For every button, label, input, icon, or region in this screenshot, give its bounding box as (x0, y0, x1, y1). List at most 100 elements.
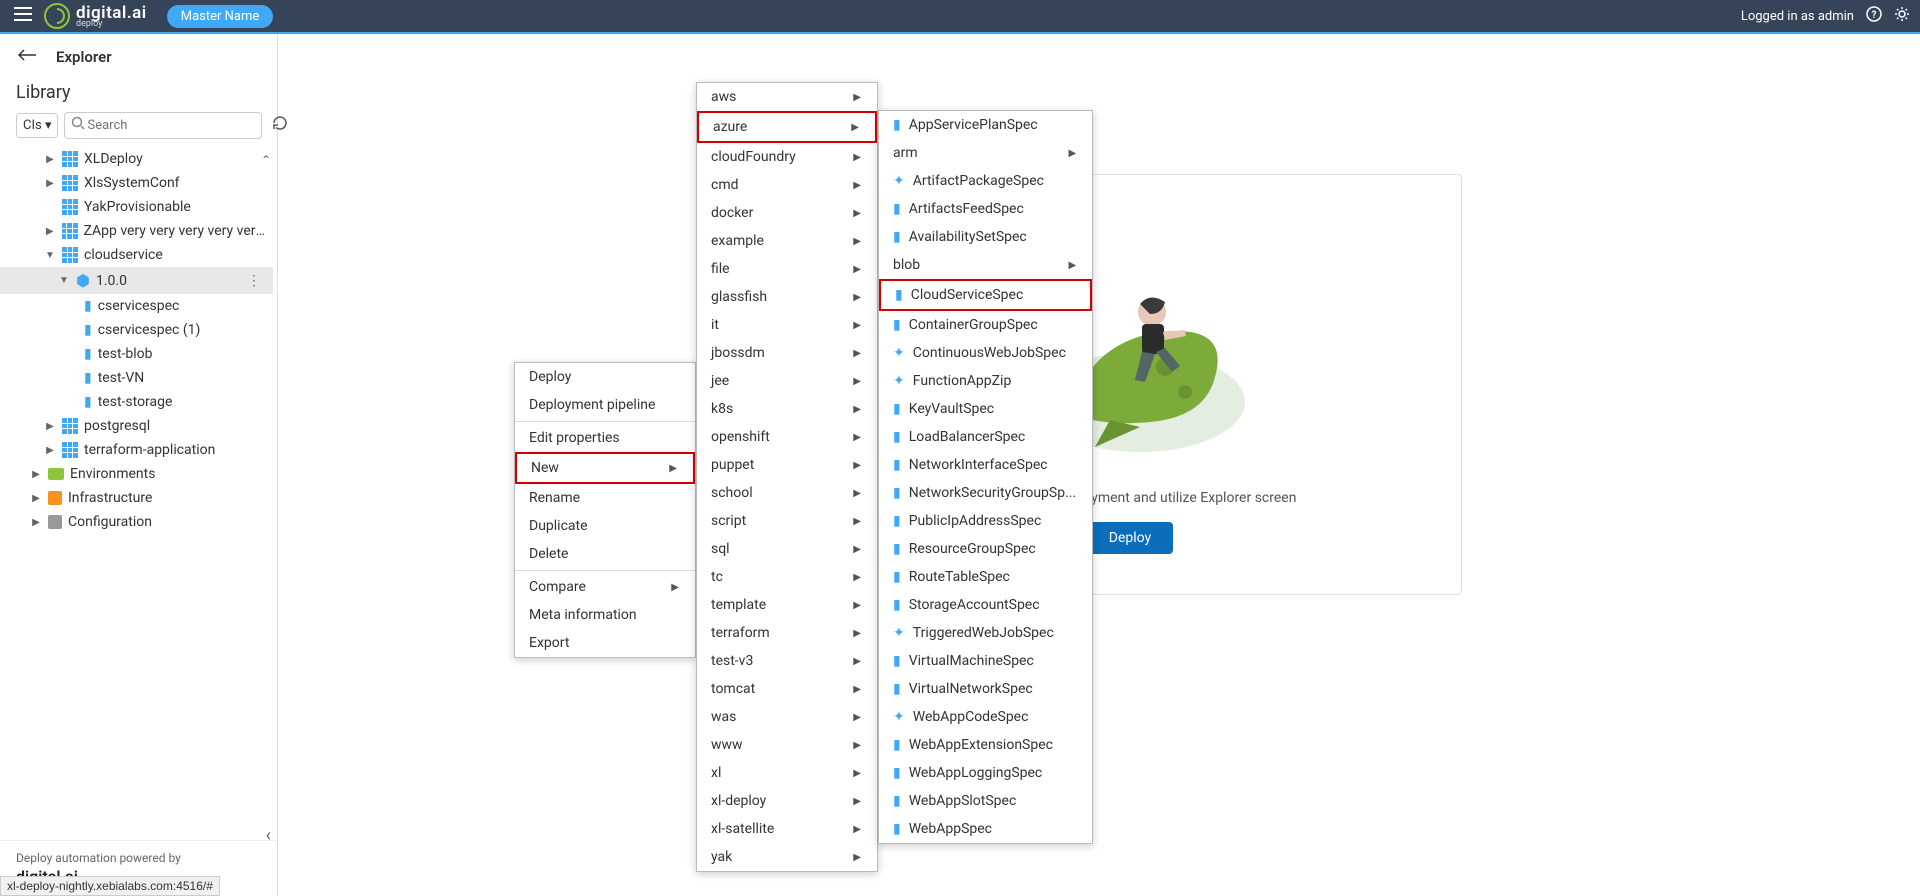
type-item-arm[interactable]: arm▶ (879, 139, 1092, 167)
type-item-webapp[interactable]: ▮WebAppSpec (879, 815, 1092, 843)
submenu-item-azure[interactable]: azure▶ (697, 111, 877, 143)
deploy-button[interactable]: Deploy (1087, 522, 1173, 554)
type-item-resgroup[interactable]: ▮ResourceGroupSpec (879, 535, 1092, 563)
tree-item-version[interactable]: ▼⬢1.0.0⋮ (0, 267, 273, 294)
type-item-webappext[interactable]: ▮WebAppExtensionSpec (879, 731, 1092, 759)
type-item-triggeredjob[interactable]: ✦TriggeredWebJobSpec (879, 619, 1092, 647)
type-item-routetable[interactable]: ▮RouteTableSpec (879, 563, 1092, 591)
type-item-availset[interactable]: ▮AvailabilitySetSpec (879, 223, 1092, 251)
tree-item-testblob[interactable]: ▮test-blob (0, 342, 273, 366)
master-name-badge[interactable]: Master Name (167, 5, 274, 28)
type-item-containergroup[interactable]: ▮ContainerGroupSpec (879, 311, 1092, 339)
submenu-item-template[interactable]: template▶ (697, 591, 877, 619)
tree-item-xldeploy[interactable]: ▶XLDeploy (0, 147, 273, 171)
type-item-webappslot[interactable]: ▮WebAppSlotSpec (879, 787, 1092, 815)
tree-item-environments[interactable]: ▶Environments (0, 462, 273, 486)
configuration-icon (48, 515, 62, 529)
type-item-netinterface[interactable]: ▮NetworkInterfaceSpec (879, 451, 1092, 479)
type-item-storageacct[interactable]: ▮StorageAccountSpec (879, 591, 1092, 619)
back-arrow-icon[interactable] (18, 49, 36, 65)
file-icon: ▮ (893, 485, 901, 501)
filter-dropdown[interactable]: CIs ▾ (16, 113, 58, 138)
ctx-item-delete[interactable]: Delete (515, 540, 695, 568)
type-item-keyvault[interactable]: ▮KeyVaultSpec (879, 395, 1092, 423)
type-item-functionzip[interactable]: ✦FunctionAppZip (879, 367, 1092, 395)
submenu-item-aws[interactable]: aws▶ (697, 83, 877, 111)
submenu-item-cmd[interactable]: cmd▶ (697, 171, 877, 199)
search-box[interactable] (64, 112, 262, 139)
chevron-right-icon: ▶ (669, 463, 677, 474)
tree-item-teststorage[interactable]: ▮test-storage (0, 390, 273, 414)
tree-item-infrastructure[interactable]: ▶Infrastructure (0, 486, 273, 510)
ctx-item-export[interactable]: Export (515, 629, 695, 657)
type-item-loadbalancer[interactable]: ▮LoadBalancerSpec (879, 423, 1092, 451)
ctx-item-duplicate[interactable]: Duplicate (515, 512, 695, 540)
ctx-item-meta[interactable]: Meta information (515, 601, 695, 629)
submenu-item-glassfish[interactable]: glassfish▶ (697, 283, 877, 311)
hamburger-icon[interactable] (10, 3, 36, 29)
type-item-publicip[interactable]: ▮PublicIpAddressSpec (879, 507, 1092, 535)
type-item-webappcode[interactable]: ✦WebAppCodeSpec (879, 703, 1092, 731)
submenu-item-example[interactable]: example▶ (697, 227, 877, 255)
ctx-item-rename[interactable]: Rename (515, 484, 695, 512)
help-icon[interactable]: ? (1866, 6, 1882, 26)
submenu-item-puppet[interactable]: puppet▶ (697, 451, 877, 479)
ctx-item-new[interactable]: New▶ (515, 452, 695, 484)
search-input[interactable] (85, 116, 255, 135)
type-item-vnetspec[interactable]: ▮VirtualNetworkSpec (879, 675, 1092, 703)
submenu-item-cloudfoundry[interactable]: cloudFoundry▶ (697, 143, 877, 171)
submenu-item-xl[interactable]: xl▶ (697, 759, 877, 787)
file-icon: ▮ (893, 597, 901, 613)
submenu-item-k8s[interactable]: k8s▶ (697, 395, 877, 423)
submenu-item-was[interactable]: was▶ (697, 703, 877, 731)
submenu-item-it[interactable]: it▶ (697, 311, 877, 339)
submenu-item-script[interactable]: script▶ (697, 507, 877, 535)
ctx-item-deploy[interactable]: Deploy (515, 363, 695, 391)
tree-item-cloudservice[interactable]: ▼cloudservice (0, 243, 273, 267)
ctx-item-edit[interactable]: Edit properties (515, 424, 695, 452)
submenu-item-tomcat[interactable]: tomcat▶ (697, 675, 877, 703)
submenu-item-www[interactable]: www▶ (697, 731, 877, 759)
submenu-item-yak[interactable]: yak▶ (697, 843, 877, 871)
tree-item-yakprov[interactable]: YakProvisionable (0, 195, 273, 219)
puzzle-icon: ✦ (893, 373, 905, 389)
ctx-item-pipeline[interactable]: Deployment pipeline (515, 391, 695, 419)
chevron-right-icon: ▶ (671, 582, 679, 593)
type-item-netsecgroup[interactable]: ▮NetworkSecurityGroupSp... (879, 479, 1092, 507)
logo[interactable]: digital.ai deploy (44, 3, 147, 29)
tree-item-terraformapp[interactable]: ▶terraform-application (0, 438, 273, 462)
type-item-webapplog[interactable]: ▮WebAppLoggingSpec (879, 759, 1092, 787)
gear-icon[interactable] (1894, 6, 1910, 26)
submenu-item-terraform[interactable]: terraform▶ (697, 619, 877, 647)
type-item-appservice[interactable]: ▮AppServicePlanSpec (879, 111, 1092, 139)
submenu-item-docker[interactable]: docker▶ (697, 199, 877, 227)
submenu-item-xlsatellite[interactable]: xl-satellite▶ (697, 815, 877, 843)
type-item-vmspec[interactable]: ▮VirtualMachineSpec (879, 647, 1092, 675)
tree-item-postgresql[interactable]: ▶postgresql (0, 414, 273, 438)
type-item-cloudservice[interactable]: ▮CloudServiceSpec (879, 279, 1092, 311)
collapse-up-icon[interactable]: ⌃ (261, 153, 271, 167)
submenu-item-file[interactable]: file▶ (697, 255, 877, 283)
submenu-item-school[interactable]: school▶ (697, 479, 877, 507)
type-item-artifactpkg[interactable]: ✦ArtifactPackageSpec (879, 167, 1092, 195)
submenu-item-testv3[interactable]: test-v3▶ (697, 647, 877, 675)
submenu-item-tc[interactable]: tc▶ (697, 563, 877, 591)
submenu-item-jbossdm[interactable]: jbossdm▶ (697, 339, 877, 367)
tree-item-configuration[interactable]: ▶Configuration (0, 510, 273, 534)
tree-item-cservicespec[interactable]: ▮cservicespec (0, 294, 273, 318)
type-item-contwebjob[interactable]: ✦ContinuousWebJobSpec (879, 339, 1092, 367)
kebab-icon[interactable]: ⋮ (247, 273, 269, 289)
type-item-blob[interactable]: blob▶ (879, 251, 1092, 279)
submenu-item-sql[interactable]: sql▶ (697, 535, 877, 563)
tree-item-testvn[interactable]: ▮test-VN (0, 366, 273, 390)
submenu-item-jee[interactable]: jee▶ (697, 367, 877, 395)
tree-item-zapp[interactable]: ▶ZApp very very very very very ... (0, 219, 273, 243)
file-icon: ▮ (84, 370, 92, 386)
submenu-item-xldeploy[interactable]: xl-deploy▶ (697, 787, 877, 815)
ctx-item-compare[interactable]: Compare▶ (515, 573, 695, 601)
collapse-sidebar-icon[interactable]: ‹ (266, 825, 271, 846)
tree-item-xlssystemconf[interactable]: ▶XlsSystemConf (0, 171, 273, 195)
type-item-artifactsfeed[interactable]: ▮ArtifactsFeedSpec (879, 195, 1092, 223)
tree-item-cservicespec1[interactable]: ▮cservicespec (1) (0, 318, 273, 342)
submenu-item-openshift[interactable]: openshift▶ (697, 423, 877, 451)
